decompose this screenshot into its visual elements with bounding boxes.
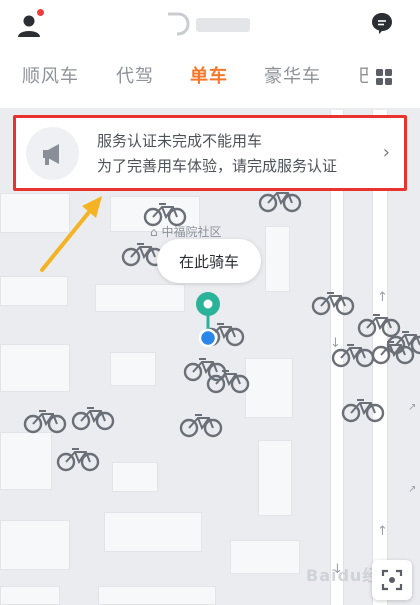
tab-haohuache[interactable]: 豪华车 xyxy=(264,62,321,88)
map-block xyxy=(0,520,70,570)
scan-locate-button[interactable] xyxy=(372,560,412,600)
bike-icon[interactable] xyxy=(310,286,356,316)
road-arrow-icon: ↑ xyxy=(377,524,388,539)
map-block xyxy=(112,462,158,492)
ride-here-label: 在此骑车 xyxy=(178,253,239,271)
service-verification-notice[interactable]: 服务认证未完成不能用车 为了完善用车体验，请完成服务认证 › xyxy=(13,115,407,191)
map-block xyxy=(230,540,300,574)
user-icon[interactable] xyxy=(16,9,44,38)
map-block xyxy=(110,352,156,386)
notification-dot xyxy=(37,9,44,16)
bike-icon[interactable] xyxy=(205,364,251,394)
scan-icon xyxy=(381,569,403,591)
tab-daijia[interactable]: 代驾 xyxy=(116,62,154,88)
bike-icon[interactable] xyxy=(142,197,188,227)
annotation-arrow-icon xyxy=(40,196,102,272)
map-block xyxy=(258,440,292,516)
bike-icon[interactable] xyxy=(70,401,116,431)
megaphone-icon xyxy=(26,127,79,180)
tab-danche[interactable]: 单车 xyxy=(190,62,228,88)
map-block xyxy=(104,512,202,552)
chevron-right-icon: › xyxy=(382,142,390,163)
poi-name: 中福院社区 xyxy=(161,225,222,239)
map-block xyxy=(0,432,52,490)
map-block xyxy=(95,284,185,312)
bike-icon[interactable] xyxy=(22,404,68,434)
road-marker: ↗ xyxy=(408,402,417,413)
map-block xyxy=(265,226,290,292)
notice-subtitle: 为了完善用车体验，请完成服务认证 xyxy=(97,157,338,175)
tab-shunfengche[interactable]: 顺风车 xyxy=(22,62,79,88)
road-arrow-icon: ↑ xyxy=(377,290,388,305)
map-block xyxy=(0,276,68,306)
notice-title: 服务认证未完成不能用车 xyxy=(97,132,263,150)
didi-logo-icon xyxy=(164,10,254,38)
bike-icon[interactable] xyxy=(178,408,224,438)
bike-icon[interactable] xyxy=(55,442,101,472)
bike-icon[interactable] xyxy=(340,393,386,423)
tab-more[interactable]: 巴 xyxy=(358,62,368,88)
bike-icon[interactable] xyxy=(385,325,420,355)
map-block xyxy=(0,344,70,392)
map-block xyxy=(98,586,216,605)
grid-icon[interactable] xyxy=(376,69,392,85)
ride-here-bubble[interactable]: 在此骑车 xyxy=(157,239,261,283)
message-bubble-icon[interactable] xyxy=(371,12,393,34)
location-pin-icon xyxy=(192,290,224,350)
map-block xyxy=(0,586,60,605)
map-block xyxy=(245,358,293,418)
top-bar: 顺风车 代驾 单车 豪华车 巴 xyxy=(0,0,420,108)
road-marker: ↗ xyxy=(408,484,417,495)
service-tabs: 顺风车 代驾 单车 豪华车 巴 xyxy=(0,62,420,96)
